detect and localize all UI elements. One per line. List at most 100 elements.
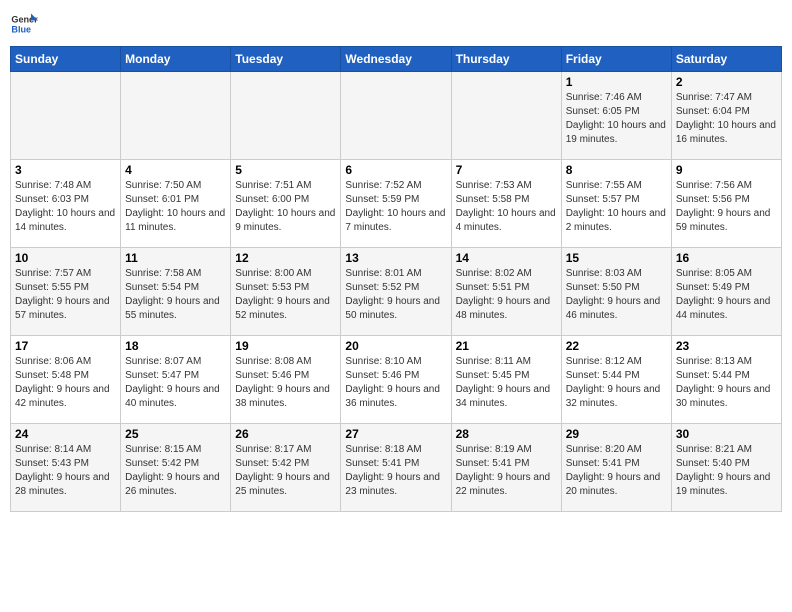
day-info: Sunrise: 8:01 AMSunset: 5:52 PMDaylight:… bbox=[345, 267, 446, 323]
day-info: Sunrise: 7:46 AMSunset: 6:05 PMDaylight:… bbox=[566, 91, 667, 147]
day-number: 4 bbox=[125, 163, 226, 177]
day-number: 16 bbox=[676, 251, 777, 265]
day-info: Sunrise: 8:18 AMSunset: 5:41 PMDaylight:… bbox=[345, 443, 446, 499]
day-info: Sunrise: 8:15 AMSunset: 5:42 PMDaylight:… bbox=[125, 443, 226, 499]
day-info: Sunrise: 8:11 AMSunset: 5:45 PMDaylight:… bbox=[456, 355, 557, 411]
calendar-cell: 8 Sunrise: 7:55 AMSunset: 5:57 PMDaylight… bbox=[561, 160, 671, 248]
calendar-cell: 25 Sunrise: 8:15 AMSunset: 5:42 PMDayligh… bbox=[121, 424, 231, 512]
calendar-cell bbox=[231, 72, 341, 160]
day-info: Sunrise: 7:53 AMSunset: 5:58 PMDaylight:… bbox=[456, 179, 557, 235]
day-info: Sunrise: 7:51 AMSunset: 6:00 PMDaylight:… bbox=[235, 179, 336, 235]
weekday-header: Wednesday bbox=[341, 47, 451, 72]
calendar-table: SundayMondayTuesdayWednesdayThursdayFrid… bbox=[10, 46, 782, 512]
weekday-header: Thursday bbox=[451, 47, 561, 72]
day-info: Sunrise: 8:12 AMSunset: 5:44 PMDaylight:… bbox=[566, 355, 667, 411]
calendar-cell bbox=[121, 72, 231, 160]
calendar-cell: 13 Sunrise: 8:01 AMSunset: 5:52 PMDayligh… bbox=[341, 248, 451, 336]
calendar-cell bbox=[341, 72, 451, 160]
calendar-body: 1 Sunrise: 7:46 AMSunset: 6:05 PMDaylight… bbox=[11, 72, 782, 512]
header: General Blue bbox=[10, 10, 782, 38]
day-info: Sunrise: 8:20 AMSunset: 5:41 PMDaylight:… bbox=[566, 443, 667, 499]
day-number: 23 bbox=[676, 339, 777, 353]
calendar-cell: 24Sunrise: 8:14 AMSunset: 5:43 PMDayligh… bbox=[11, 424, 121, 512]
calendar-cell: 28Sunrise: 8:19 AMSunset: 5:41 PMDayligh… bbox=[451, 424, 561, 512]
day-number: 9 bbox=[676, 163, 777, 177]
day-number: 13 bbox=[345, 251, 446, 265]
day-info: Sunrise: 8:19 AMSunset: 5:41 PMDaylight:… bbox=[456, 443, 557, 499]
day-info: Sunrise: 8:07 AMSunset: 5:47 PMDaylight:… bbox=[125, 355, 226, 411]
day-number: 6 bbox=[345, 163, 446, 177]
day-number: 10 bbox=[15, 251, 116, 265]
day-number: 7 bbox=[456, 163, 557, 177]
day-info: Sunrise: 8:08 AMSunset: 5:46 PMDaylight:… bbox=[235, 355, 336, 411]
calendar-cell: 12Sunrise: 8:00 AMSunset: 5:53 PMDayligh… bbox=[231, 248, 341, 336]
day-number: 3 bbox=[15, 163, 116, 177]
day-info: Sunrise: 7:47 AMSunset: 6:04 PMDaylight:… bbox=[676, 91, 777, 147]
day-info: Sunrise: 7:56 AMSunset: 5:56 PMDaylight:… bbox=[676, 179, 777, 235]
calendar-cell: 14Sunrise: 8:02 AMSunset: 5:51 PMDayligh… bbox=[451, 248, 561, 336]
day-number: 17 bbox=[15, 339, 116, 353]
weekday-header: Friday bbox=[561, 47, 671, 72]
day-number: 19 bbox=[235, 339, 336, 353]
calendar-week: 17 Sunrise: 8:06 AMSunset: 5:48 PMDayligh… bbox=[11, 336, 782, 424]
calendar-cell: 20 Sunrise: 8:10 AMSunset: 5:46 PMDayligh… bbox=[341, 336, 451, 424]
day-number: 26 bbox=[235, 427, 336, 441]
calendar-cell: 7 Sunrise: 7:53 AMSunset: 5:58 PMDaylight… bbox=[451, 160, 561, 248]
calendar-cell: 9 Sunrise: 7:56 AMSunset: 5:56 PMDaylight… bbox=[671, 160, 781, 248]
day-number: 2 bbox=[676, 75, 777, 89]
day-info: Sunrise: 8:03 AMSunset: 5:50 PMDaylight:… bbox=[566, 267, 667, 323]
day-number: 18 bbox=[125, 339, 226, 353]
day-info: Sunrise: 8:10 AMSunset: 5:46 PMDaylight:… bbox=[345, 355, 446, 411]
calendar-cell: 17 Sunrise: 8:06 AMSunset: 5:48 PMDayligh… bbox=[11, 336, 121, 424]
day-number: 30 bbox=[676, 427, 777, 441]
calendar-cell: 4 Sunrise: 7:50 AMSunset: 6:01 PMDaylight… bbox=[121, 160, 231, 248]
calendar-cell: 2 Sunrise: 7:47 AMSunset: 6:04 PMDaylight… bbox=[671, 72, 781, 160]
day-info: Sunrise: 8:06 AMSunset: 5:48 PMDaylight:… bbox=[15, 355, 116, 411]
weekday-header: Monday bbox=[121, 47, 231, 72]
calendar-cell bbox=[451, 72, 561, 160]
calendar-cell: 27Sunrise: 8:18 AMSunset: 5:41 PMDayligh… bbox=[341, 424, 451, 512]
day-number: 1 bbox=[566, 75, 667, 89]
day-info: Sunrise: 8:13 AMSunset: 5:44 PMDaylight:… bbox=[676, 355, 777, 411]
calendar-cell: 29 Sunrise: 8:20 AMSunset: 5:41 PMDayligh… bbox=[561, 424, 671, 512]
calendar-header: SundayMondayTuesdayWednesdayThursdayFrid… bbox=[11, 47, 782, 72]
day-number: 15 bbox=[566, 251, 667, 265]
calendar-cell: 21 Sunrise: 8:11 AMSunset: 5:45 PMDayligh… bbox=[451, 336, 561, 424]
calendar-cell: 23 Sunrise: 8:13 AMSunset: 5:44 PMDayligh… bbox=[671, 336, 781, 424]
day-info: Sunrise: 7:57 AMSunset: 5:55 PMDaylight:… bbox=[15, 267, 116, 323]
day-number: 29 bbox=[566, 427, 667, 441]
day-info: Sunrise: 8:05 AMSunset: 5:49 PMDaylight:… bbox=[676, 267, 777, 323]
calendar-week: 24Sunrise: 8:14 AMSunset: 5:43 PMDayligh… bbox=[11, 424, 782, 512]
calendar-cell: 30 Sunrise: 8:21 AMSunset: 5:40 PMDayligh… bbox=[671, 424, 781, 512]
calendar-cell: 1 Sunrise: 7:46 AMSunset: 6:05 PMDaylight… bbox=[561, 72, 671, 160]
weekday-header: Tuesday bbox=[231, 47, 341, 72]
day-info: Sunrise: 7:52 AMSunset: 5:59 PMDaylight:… bbox=[345, 179, 446, 235]
calendar-cell: 6 Sunrise: 7:52 AMSunset: 5:59 PMDaylight… bbox=[341, 160, 451, 248]
weekday-header: Saturday bbox=[671, 47, 781, 72]
day-info: Sunrise: 7:55 AMSunset: 5:57 PMDaylight:… bbox=[566, 179, 667, 235]
weekday-row: SundayMondayTuesdayWednesdayThursdayFrid… bbox=[11, 47, 782, 72]
logo-icon: General Blue bbox=[10, 10, 38, 38]
calendar-cell: 22 Sunrise: 8:12 AMSunset: 5:44 PMDayligh… bbox=[561, 336, 671, 424]
day-info: Sunrise: 7:48 AMSunset: 6:03 PMDaylight:… bbox=[15, 179, 116, 235]
calendar-cell: 16 Sunrise: 8:05 AMSunset: 5:49 PMDayligh… bbox=[671, 248, 781, 336]
calendar-cell: 3 Sunrise: 7:48 AMSunset: 6:03 PMDaylight… bbox=[11, 160, 121, 248]
calendar-cell bbox=[11, 72, 121, 160]
day-number: 8 bbox=[566, 163, 667, 177]
day-number: 20 bbox=[345, 339, 446, 353]
day-number: 25 bbox=[125, 427, 226, 441]
calendar-cell: 5Sunrise: 7:51 AMSunset: 6:00 PMDaylight… bbox=[231, 160, 341, 248]
day-number: 22 bbox=[566, 339, 667, 353]
calendar-cell: 18 Sunrise: 8:07 AMSunset: 5:47 PMDayligh… bbox=[121, 336, 231, 424]
day-info: Sunrise: 8:17 AMSunset: 5:42 PMDaylight:… bbox=[235, 443, 336, 499]
day-info: Sunrise: 7:50 AMSunset: 6:01 PMDaylight:… bbox=[125, 179, 226, 235]
calendar-week: 10 Sunrise: 7:57 AMSunset: 5:55 PMDayligh… bbox=[11, 248, 782, 336]
svg-text:Blue: Blue bbox=[11, 24, 31, 34]
logo: General Blue bbox=[10, 10, 38, 38]
weekday-header: Sunday bbox=[11, 47, 121, 72]
calendar-cell: 26 Sunrise: 8:17 AMSunset: 5:42 PMDayligh… bbox=[231, 424, 341, 512]
day-number: 21 bbox=[456, 339, 557, 353]
day-info: Sunrise: 8:21 AMSunset: 5:40 PMDaylight:… bbox=[676, 443, 777, 499]
day-number: 12 bbox=[235, 251, 336, 265]
calendar-cell: 11Sunrise: 7:58 AMSunset: 5:54 PMDayligh… bbox=[121, 248, 231, 336]
